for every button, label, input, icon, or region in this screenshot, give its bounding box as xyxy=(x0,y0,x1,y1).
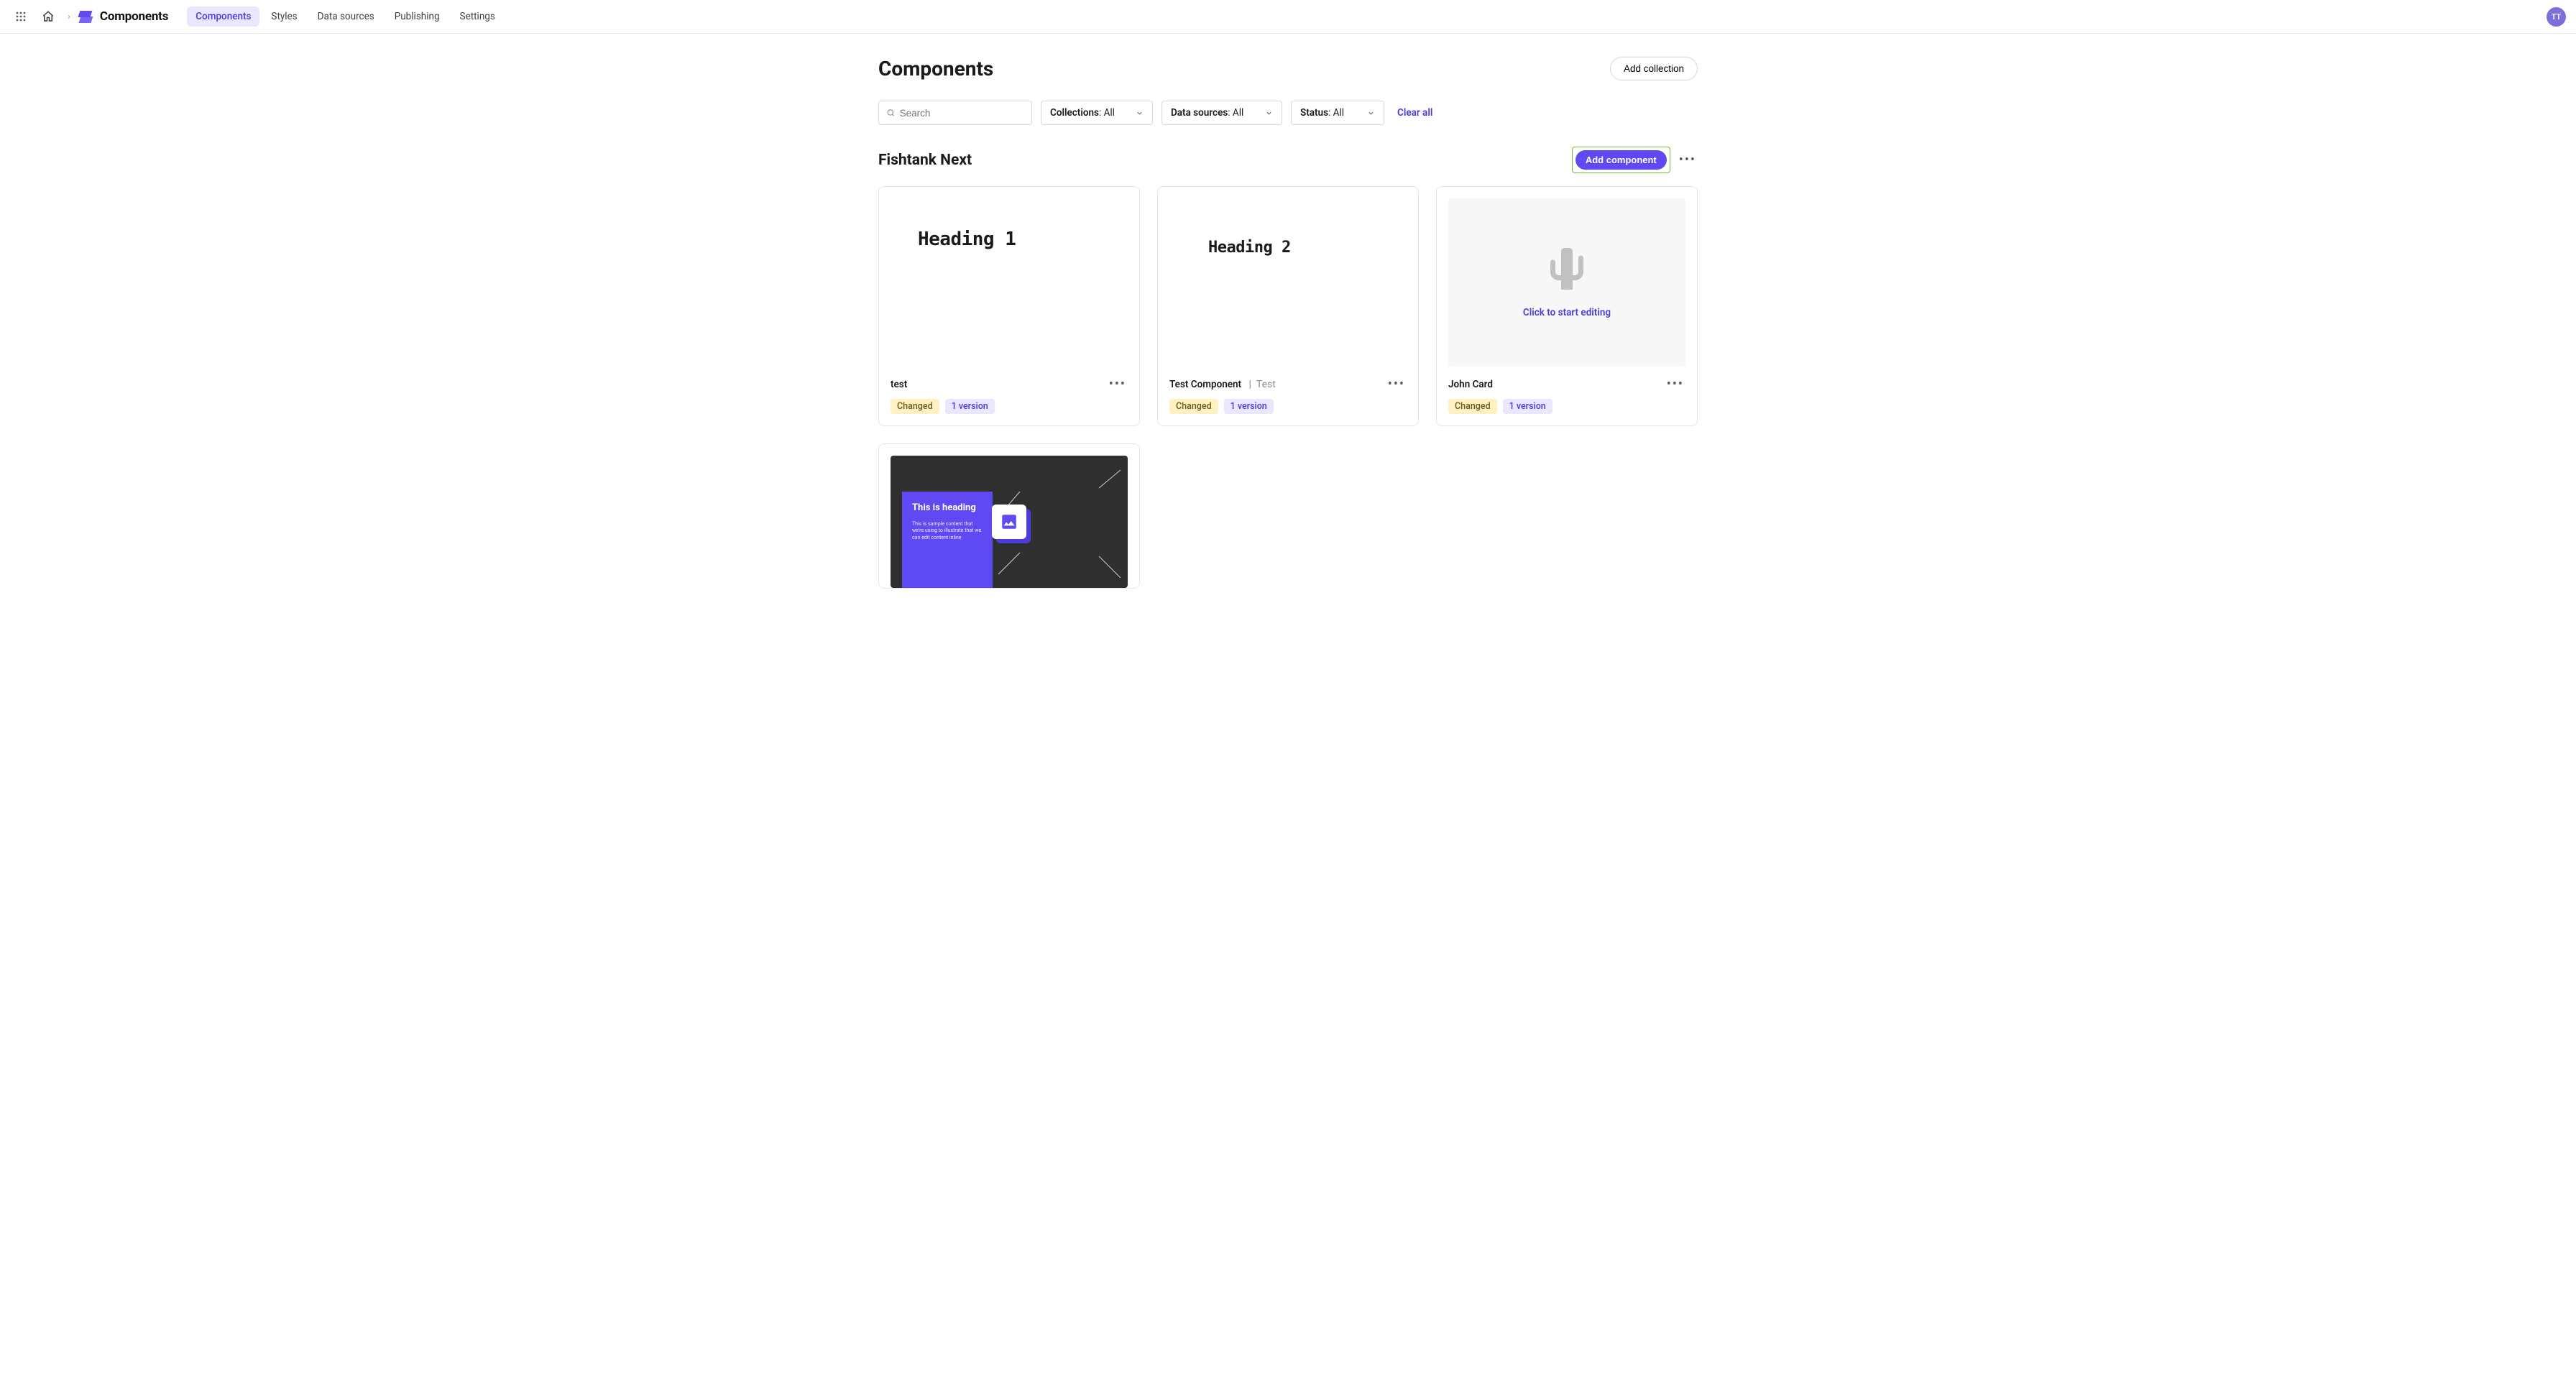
chevron-down-icon xyxy=(1265,109,1273,117)
page-content: Components Add collection Collections: A… xyxy=(878,34,1698,632)
component-alt: | Test xyxy=(1244,379,1276,390)
component-grid: Heading 1 test ••• Changed 1 version Hea… xyxy=(878,186,1698,589)
component-name: Test Component xyxy=(1169,379,1241,390)
top-bar: › Components Components Styles Data sour… xyxy=(0,0,2576,34)
cactus-icon xyxy=(1550,247,1583,290)
component-name-row: Test Component | Test xyxy=(1169,379,1276,390)
filter-status[interactable]: Status: All xyxy=(1291,101,1384,125)
tab-styles[interactable]: Styles xyxy=(262,6,305,27)
component-thumbnail: Heading 1 xyxy=(891,198,1128,367)
version-badge: 1 version xyxy=(1503,399,1552,414)
status-badge: Changed xyxy=(1448,399,1497,414)
chevron-down-icon xyxy=(1136,109,1144,117)
thumb-text: Heading 1 xyxy=(918,229,1016,250)
component-thumbnail: This is heading This is sample content t… xyxy=(891,456,1128,588)
component-thumbnail-empty[interactable]: Click to start editing xyxy=(1448,198,1685,367)
add-component-highlight: Add component xyxy=(1572,147,1670,173)
search-input[interactable] xyxy=(900,108,1024,119)
preview-text-panel: This is heading This is sample content t… xyxy=(902,492,993,588)
section-header: Fishtank Next Add component ••• xyxy=(878,147,1698,173)
empty-cta-link[interactable]: Click to start editing xyxy=(1523,307,1611,318)
component-card[interactable]: Heading 2 Test Component | Test ••• Chan… xyxy=(1157,186,1419,426)
filters-row: Collections: All Data sources: All Statu… xyxy=(878,101,1698,125)
breadcrumb-chevron-icon: › xyxy=(65,11,73,22)
filter-datasources[interactable]: Data sources: All xyxy=(1162,101,1282,125)
component-name: John Card xyxy=(1448,379,1493,390)
card-more-icon[interactable]: ••• xyxy=(1665,377,1685,392)
nav-tabs: Components Styles Data sources Publishin… xyxy=(187,6,504,27)
component-card[interactable]: This is heading This is sample content t… xyxy=(878,443,1140,589)
status-badge: Changed xyxy=(1169,399,1218,414)
search-input-wrapper[interactable] xyxy=(878,101,1032,125)
apps-menu-icon[interactable] xyxy=(10,6,32,27)
component-card[interactable]: Click to start editing John Card ••• Cha… xyxy=(1436,186,1698,426)
version-badge: 1 version xyxy=(945,399,995,414)
filter-status-label: Status: All xyxy=(1300,107,1344,119)
filter-datasources-label: Data sources: All xyxy=(1171,107,1243,119)
brand-logo-icon xyxy=(79,11,91,23)
chevron-down-icon xyxy=(1367,109,1375,117)
section-title: Fishtank Next xyxy=(878,152,972,169)
card-more-icon[interactable]: ••• xyxy=(1386,377,1407,392)
section-actions: Add component ••• xyxy=(1572,147,1698,173)
thumb-text: Heading 2 xyxy=(1208,239,1291,257)
filter-collections-label: Collections: All xyxy=(1050,107,1115,119)
tab-components[interactable]: Components xyxy=(187,6,259,27)
tab-publishing[interactable]: Publishing xyxy=(386,6,448,27)
top-bar-left: › Components Components Styles Data sour… xyxy=(10,6,504,27)
tab-settings[interactable]: Settings xyxy=(451,6,504,27)
brand-name: Components xyxy=(100,9,168,24)
search-icon xyxy=(886,108,896,118)
card-more-icon[interactable]: ••• xyxy=(1108,377,1128,392)
home-icon[interactable] xyxy=(37,6,59,27)
preview-heading: This is heading xyxy=(912,503,983,514)
section-more-icon[interactable]: ••• xyxy=(1678,152,1698,167)
page-header: Components Add collection xyxy=(878,57,1698,80)
avatar[interactable]: TT xyxy=(2547,7,2566,27)
component-name: test xyxy=(891,379,907,390)
preview-body: This is sample content that we're using … xyxy=(912,521,983,541)
page-title: Components xyxy=(878,57,993,80)
component-thumbnail: Heading 2 xyxy=(1169,198,1407,367)
add-component-button[interactable]: Add component xyxy=(1576,150,1667,170)
status-badge: Changed xyxy=(891,399,939,414)
image-placeholder-icon xyxy=(992,505,1026,539)
tab-data-sources[interactable]: Data sources xyxy=(309,6,383,27)
component-card[interactable]: Heading 1 test ••• Changed 1 version xyxy=(878,186,1140,426)
version-badge: 1 version xyxy=(1224,399,1274,414)
clear-filters-link[interactable]: Clear all xyxy=(1397,107,1432,119)
filter-collections[interactable]: Collections: All xyxy=(1041,101,1153,125)
add-collection-button[interactable]: Add collection xyxy=(1610,57,1698,80)
